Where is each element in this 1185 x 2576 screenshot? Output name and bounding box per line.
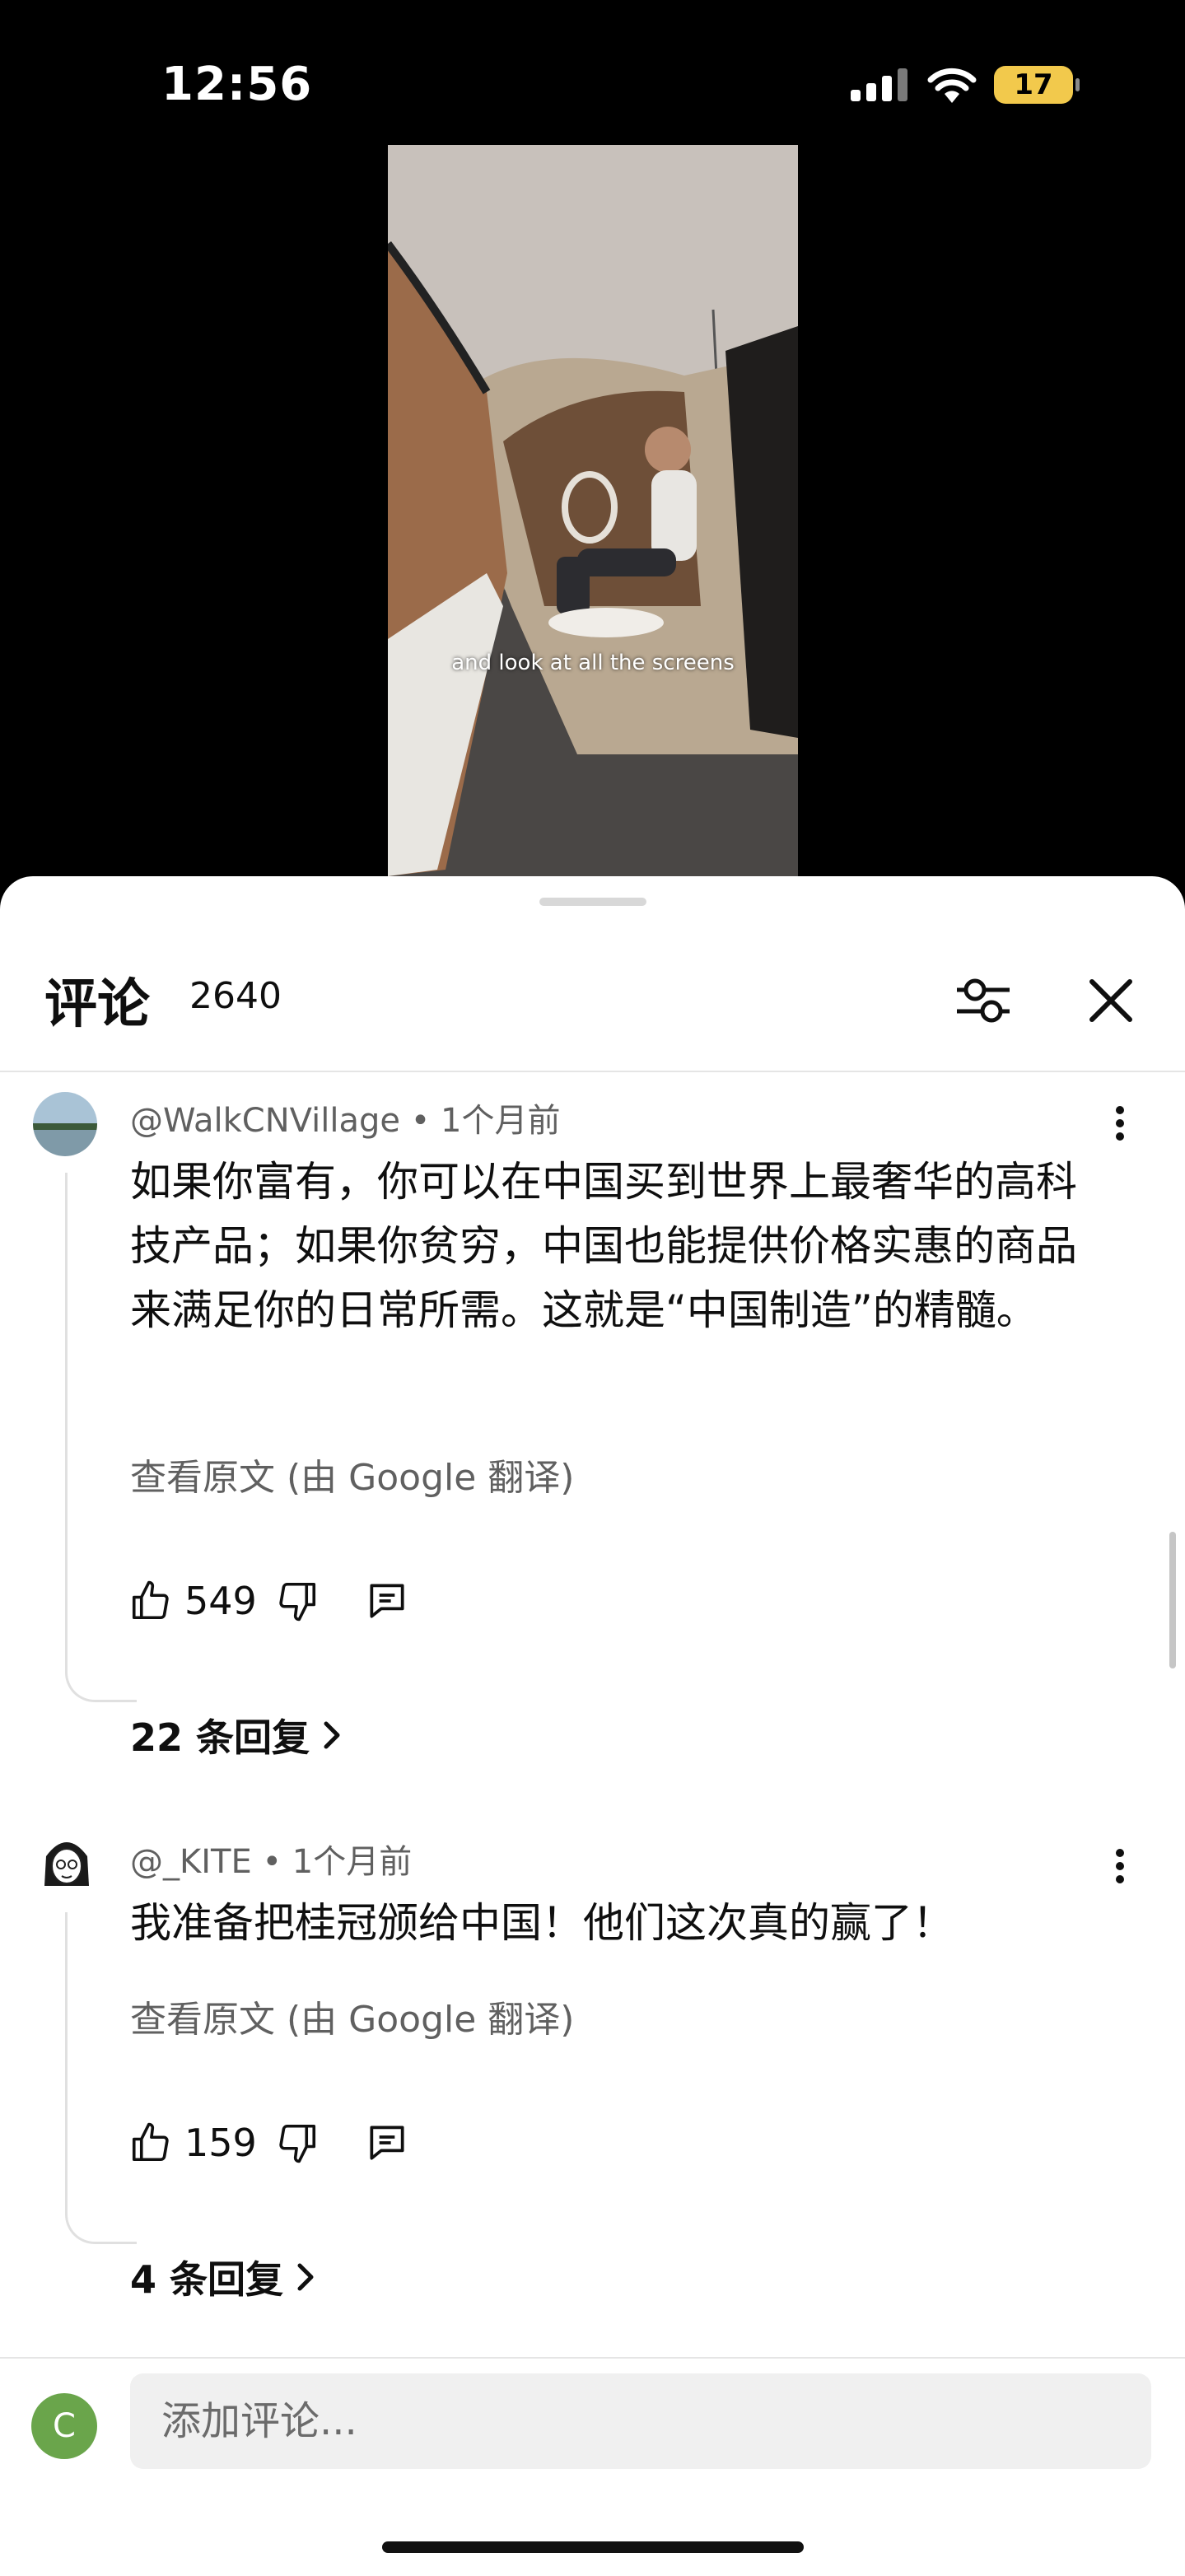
reply-button[interactable] (364, 1578, 410, 1624)
reply-button[interactable] (364, 2120, 410, 2166)
close-button[interactable] (1084, 973, 1138, 1028)
meta-separator: • (262, 1843, 292, 1881)
replies-count: 4 条回复 (130, 2257, 284, 2302)
video-player[interactable]: and look at all the screens (388, 145, 798, 876)
signal-icon (851, 68, 907, 101)
thumb-up-icon (132, 1580, 169, 1620)
header-divider (0, 1071, 1185, 1072)
comments-title: 评论 (44, 974, 150, 1035)
thumb-down-icon (279, 1582, 315, 1622)
input-divider (0, 2357, 1185, 2359)
comment-meta: @WalkCNVillage • 1个月前 (130, 1094, 560, 1141)
more-icon (1116, 1849, 1124, 1883)
filter-icon (957, 978, 1010, 1023)
comment-text: 我准备把桂冠颁给中国！他们这次真的赢了！ (130, 1899, 954, 1947)
user-avatar[interactable]: C (31, 2393, 97, 2459)
chevron-right-icon (297, 2263, 314, 2291)
comment-text: 如果你富有，你可以在中国买到世界上最奢华的高科技产品；如果你贫穷，中国也能提供价… (130, 1158, 1077, 1334)
like-count: 159 (184, 2121, 257, 2165)
wifi-icon (927, 68, 977, 103)
comment-time: 1个月前 (441, 1102, 561, 1140)
avatar[interactable] (35, 1832, 99, 1896)
close-icon (1089, 979, 1132, 1022)
comments-count: 2640 (189, 975, 282, 1017)
like-count: 549 (184, 1579, 257, 1623)
video-frame (388, 145, 798, 876)
drag-handle[interactable] (539, 898, 646, 906)
chevron-right-icon (324, 1721, 340, 1749)
comment-actions: 549 (128, 1578, 410, 1624)
thread-line (65, 1912, 137, 2244)
scrollbar[interactable] (1169, 1532, 1176, 1668)
dislike-button[interactable] (275, 2121, 320, 2165)
comment-time: 1个月前 (292, 1843, 413, 1881)
see-original-link[interactable]: 查看原文 (由 Google 翻译) (130, 1990, 574, 2042)
comment-meta: @_KITE • 1个月前 (130, 1835, 412, 1883)
home-indicator[interactable] (382, 2541, 804, 2553)
add-comment-input[interactable] (130, 2373, 1151, 2469)
view-replies-button[interactable]: 22 条回复 (130, 1708, 343, 1762)
like-button[interactable] (128, 2121, 173, 2165)
filter-button[interactable] (954, 972, 1013, 1029)
comment-author[interactable]: @_KITE (130, 1843, 252, 1881)
comment-more-button[interactable] (1103, 1841, 1136, 1891)
thread-line (65, 1173, 137, 1702)
reply-icon (370, 2126, 404, 2160)
video-caption: and look at all the screens (451, 651, 735, 675)
thumb-down-icon (279, 2124, 315, 2163)
comment-actions: 159 (128, 2120, 410, 2166)
see-original-link[interactable]: 查看原文 (由 Google 翻译) (130, 1448, 574, 1500)
battery-indicator: 17 (994, 66, 1080, 104)
view-replies-button[interactable]: 4 条回复 (130, 2250, 316, 2304)
replies-count: 22 条回复 (130, 1715, 310, 1760)
reply-icon (370, 1584, 404, 1618)
status-time: 12:56 (161, 58, 313, 111)
dislike-button[interactable] (275, 1579, 320, 1623)
comment-author[interactable]: @WalkCNVillage (130, 1102, 400, 1140)
meta-separator: • (410, 1102, 441, 1140)
comments-sheet: 评论 2640 @WalkCNVillage • 1个月前 如果你富有，你可以在… (0, 876, 1185, 2576)
comment-more-button[interactable] (1103, 1099, 1136, 1148)
status-icons: 17 (851, 66, 1080, 104)
avatar[interactable] (33, 1092, 97, 1156)
like-button[interactable] (128, 1579, 173, 1623)
thumb-up-icon (132, 2122, 169, 2162)
more-icon (1116, 1106, 1124, 1141)
